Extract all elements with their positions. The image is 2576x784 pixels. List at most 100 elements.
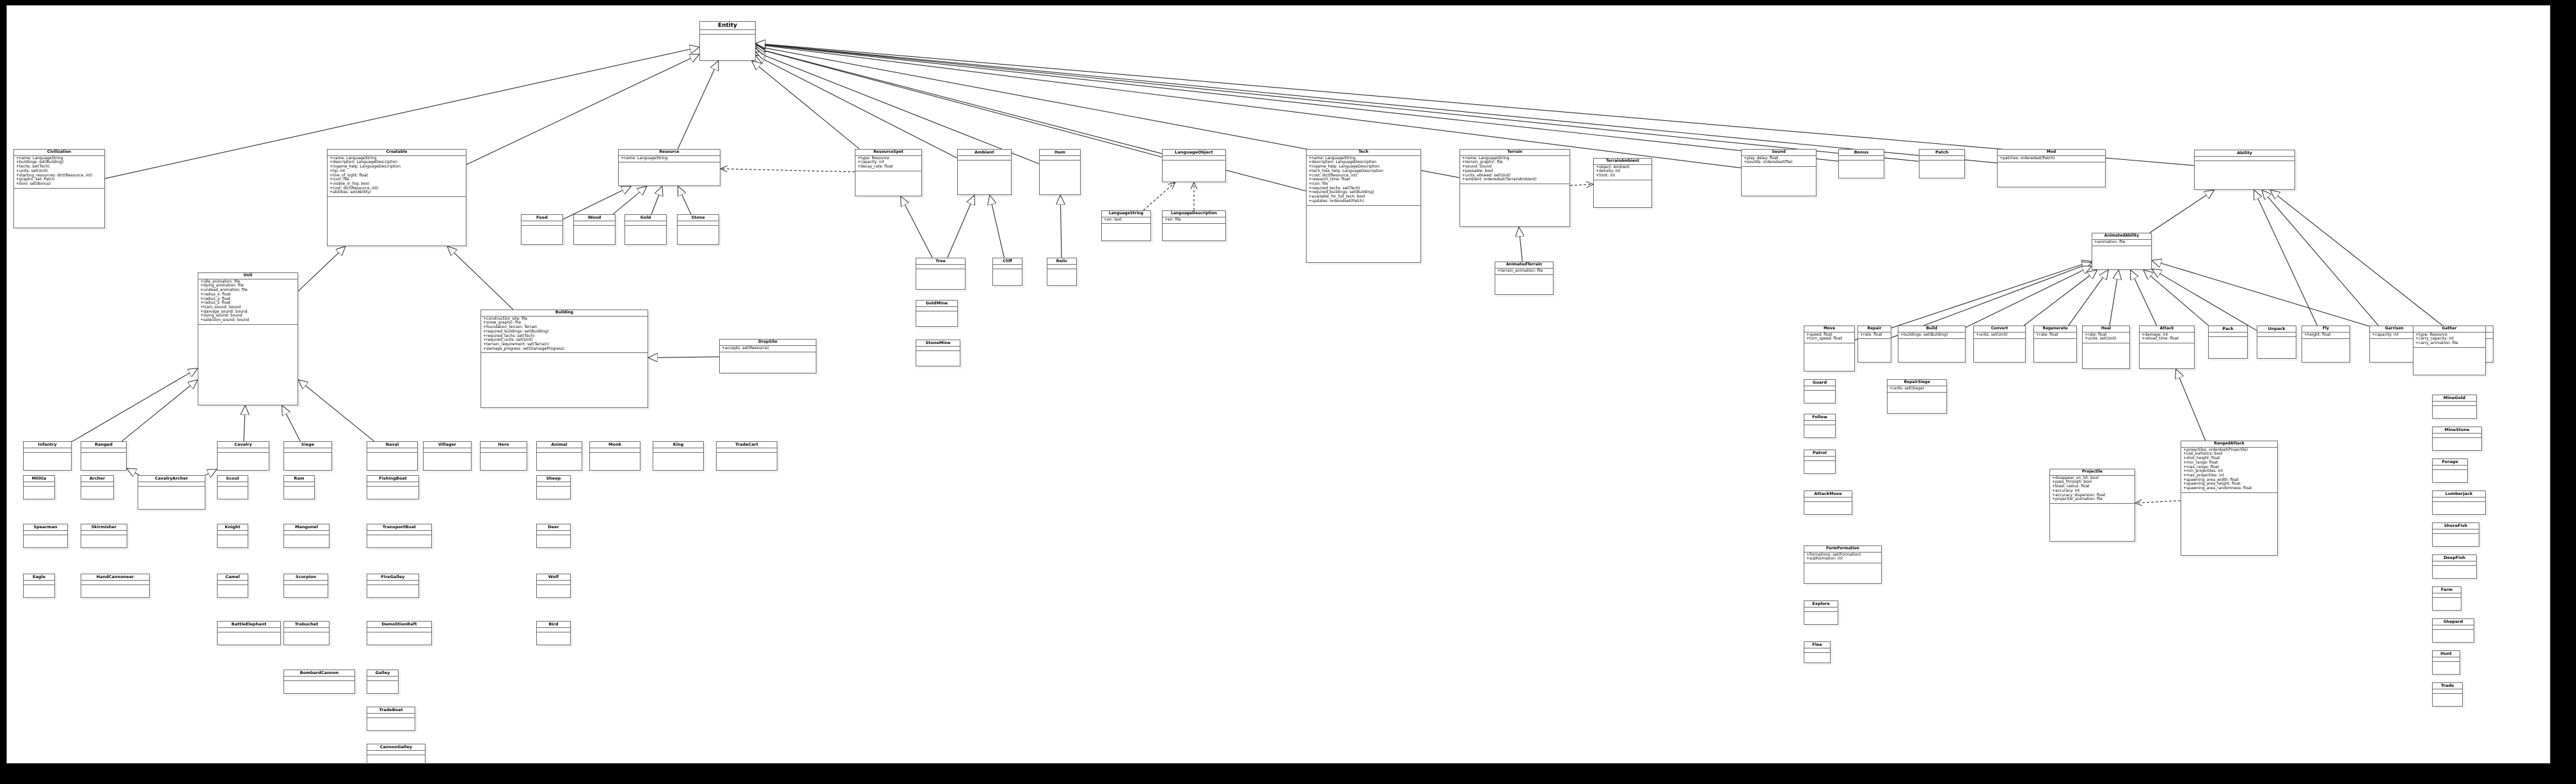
- uml-class-villager[interactable]: Villager: [423, 441, 472, 471]
- uml-class-camel[interactable]: Camel: [217, 574, 248, 598]
- uml-class-naval[interactable]: Naval: [367, 441, 418, 471]
- uml-class-resourcespot[interactable]: ResourceSpot +type: Resource +capacity: in…: [855, 149, 922, 196]
- uml-class-item[interactable]: Item: [1039, 149, 1081, 195]
- uml-class-cavalry[interactable]: Cavalry: [217, 441, 269, 471]
- uml-class-stonemine[interactable]: StoneMine: [916, 340, 960, 366]
- uml-class-battleelephant[interactable]: BattleElephant: [217, 621, 281, 645]
- uml-class-infantry[interactable]: Infantry: [23, 441, 72, 471]
- uml-class-languagestring[interactable]: LanguageString +en: text: [1101, 210, 1151, 241]
- uml-class-move[interactable]: Move +speed: float +turn_speed: float: [1804, 325, 1855, 372]
- uml-class-ambient[interactable]: Ambient: [957, 149, 1012, 195]
- uml-class-resource[interactable]: Resource +name: LanguageString: [618, 149, 720, 186]
- uml-class-repairsiege[interactable]: RepairSiege +units: set(Siege): [1887, 379, 1947, 414]
- uml-class-entity[interactable]: Entity: [699, 21, 756, 61]
- uml-class-knight[interactable]: Knight: [217, 524, 248, 548]
- uml-class-trade[interactable]: Trade: [2432, 682, 2463, 707]
- uml-class-sheep[interactable]: Sheep: [536, 475, 571, 499]
- uml-class-cliff[interactable]: Cliff: [992, 258, 1022, 286]
- uml-class-terrain[interactable]: Terrain +name: LanguageString +terrain_gra…: [1459, 149, 1570, 227]
- uml-class-attackmove[interactable]: AttackMove: [1804, 490, 1852, 515]
- uml-class-transportboat[interactable]: TransportBoat: [367, 524, 432, 548]
- uml-class-heal[interactable]: Heal +rate: float +units: set(Unit): [2082, 325, 2130, 369]
- uml-class-minegold[interactable]: MineGold: [2432, 395, 2477, 419]
- uml-class-bird[interactable]: Bird: [536, 621, 571, 645]
- uml-class-languagedescription[interactable]: LanguageDescription +en: file: [1162, 210, 1226, 241]
- uml-class-explore[interactable]: Explore: [1804, 600, 1838, 625]
- uml-class-creatable[interactable]: Creatable +name: LanguageString +descripti…: [327, 149, 466, 246]
- uml-class-king[interactable]: King: [653, 441, 704, 471]
- uml-class-farm[interactable]: Farm: [2432, 586, 2461, 611]
- uml-class-mod[interactable]: Mod +patches: orderedset(Patch): [1997, 149, 2106, 187]
- uml-class-hunt[interactable]: Hunt: [2432, 650, 2460, 675]
- uml-class-projectile[interactable]: Projectile +disappear_on_hit: bool +pass_t…: [2049, 469, 2135, 542]
- uml-class-garrison[interactable]: Garrison +capacity: int: [2369, 325, 2419, 363]
- uml-class-monk[interactable]: Monk: [589, 441, 640, 471]
- uml-class-mangonel[interactable]: Mangonel: [283, 524, 330, 548]
- uml-class-siege[interactable]: Siege: [283, 441, 332, 471]
- uml-class-skirmisher[interactable]: Skirmisher: [81, 524, 127, 548]
- uml-class-deepfish[interactable]: DeepFish: [2432, 554, 2477, 579]
- uml-class-convert[interactable]: Convert +units: set(Unit): [1973, 325, 2026, 363]
- uml-class-stone[interactable]: Stone: [677, 214, 719, 245]
- uml-class-lumberjack[interactable]: Lumberjack: [2432, 490, 2486, 515]
- uml-class-patrol[interactable]: Patrol: [1804, 450, 1836, 474]
- uml-class-forage[interactable]: Forage: [2432, 459, 2468, 483]
- uml-class-demolitionraft[interactable]: DemolitionRaft: [367, 621, 432, 645]
- uml-class-guard[interactable]: Guard: [1804, 379, 1836, 404]
- uml-class-ram[interactable]: Ram: [283, 475, 315, 499]
- uml-class-archer[interactable]: Archer: [81, 475, 114, 499]
- uml-class-unpack[interactable]: Unpack: [2257, 325, 2296, 359]
- uml-class-gold[interactable]: Gold: [624, 214, 667, 245]
- uml-class-sound[interactable]: Sound +play_delay: float +sounds: ordereds…: [1741, 149, 1817, 196]
- uml-class-repair[interactable]: Repair +rate: float: [1857, 325, 1891, 363]
- uml-class-animal[interactable]: Animal: [536, 441, 582, 471]
- uml-class-cannongalley[interactable]: CannonGalley: [367, 744, 425, 763]
- uml-class-regenerate[interactable]: Regenerate +rate: float: [2033, 325, 2077, 363]
- uml-class-formformation[interactable]: FormFormation +formations: set(Formation)…: [1804, 545, 1882, 584]
- uml-class-galley[interactable]: Galley: [367, 670, 399, 694]
- uml-class-animatedability[interactable]: AnimatedAbility +animation: file: [2092, 233, 2152, 270]
- uml-class-trebuchet[interactable]: Trebuchet: [283, 621, 330, 645]
- uml-class-shorefish[interactable]: ShoreFish: [2432, 522, 2479, 547]
- uml-class-wood[interactable]: Wood: [573, 214, 616, 245]
- uml-class-wolf[interactable]: Wolf: [536, 574, 571, 598]
- uml-class-attack[interactable]: Attack +damage: int +reload_time: float: [2139, 325, 2195, 369]
- uml-class-civilization[interactable]: Civilization +name: LanguageString +buildi…: [13, 149, 105, 228]
- uml-class-deer[interactable]: Deer: [536, 524, 571, 548]
- uml-class-terrainambient[interactable]: TerrainAmbient +object: Ambient +density: …: [1593, 158, 1652, 208]
- uml-class-languageobject[interactable]: LanguageObject: [1162, 149, 1226, 182]
- uml-class-hero[interactable]: Hero: [480, 441, 527, 471]
- uml-class-scorpion[interactable]: Scorpion: [283, 574, 328, 598]
- uml-class-building[interactable]: Building +construction_site: file +snow_gr…: [481, 310, 648, 408]
- uml-class-spearman[interactable]: Spearman: [23, 524, 68, 548]
- uml-class-tradeboat[interactable]: TradeBoat: [367, 707, 415, 731]
- uml-class-gather[interactable]: Gather +type: Resource +carry_capacity: in…: [2413, 325, 2486, 375]
- uml-class-bonus[interactable]: Bonus: [1838, 149, 1884, 178]
- uml-class-handcannoneer[interactable]: HandCannoneer: [81, 574, 150, 598]
- uml-class-relic[interactable]: Relic: [1047, 258, 1077, 286]
- uml-class-tradecart[interactable]: TradeCart: [716, 441, 777, 471]
- uml-class-food[interactable]: Food: [521, 214, 563, 245]
- uml-class-unit[interactable]: Unit +idle_animation: file +dying_animatio…: [198, 272, 298, 405]
- uml-class-firegalley[interactable]: FireGalley: [367, 574, 419, 598]
- uml-class-pack[interactable]: Pack: [2208, 325, 2248, 359]
- uml-class-flee[interactable]: Flee: [1804, 641, 1831, 663]
- uml-class-rangedattack[interactable]: RangedAttack +projectiles: orderdset(Proj…: [2181, 441, 2278, 556]
- uml-class-fly[interactable]: Fly +height: float: [2302, 325, 2350, 363]
- uml-class-militia[interactable]: Militia: [23, 475, 55, 499]
- uml-class-shepard[interactable]: Shepard: [2432, 618, 2474, 643]
- uml-class-cavalryarcher[interactable]: CavalryArcher: [138, 475, 205, 510]
- uml-class-ability[interactable]: Ability: [2194, 150, 2295, 190]
- uml-class-minestone[interactable]: MineStone: [2432, 427, 2482, 451]
- uml-class-build[interactable]: Build +buildings: set(Building): [1898, 325, 1966, 363]
- uml-class-dropsite[interactable]: DropSite +accepts: set(Resource): [719, 339, 816, 373]
- uml-class-fishingboat[interactable]: FishingBoat: [367, 475, 419, 499]
- uml-class-tech[interactable]: Tech +name: LanguageString +description: L…: [1306, 149, 1421, 263]
- uml-class-patch[interactable]: Patch: [1919, 149, 1965, 178]
- uml-class-animatedterrain[interactable]: AnimatedTerrain +terrain_animation: file: [1495, 262, 1554, 295]
- uml-class-bombardcannon[interactable]: BombardCannon: [283, 670, 355, 694]
- uml-class-tree[interactable]: Tree: [916, 258, 966, 290]
- uml-class-ranged[interactable]: Ranged: [81, 441, 127, 471]
- uml-class-goldmine[interactable]: GoldMine: [916, 300, 958, 327]
- uml-class-scout[interactable]: Scout: [217, 475, 248, 499]
